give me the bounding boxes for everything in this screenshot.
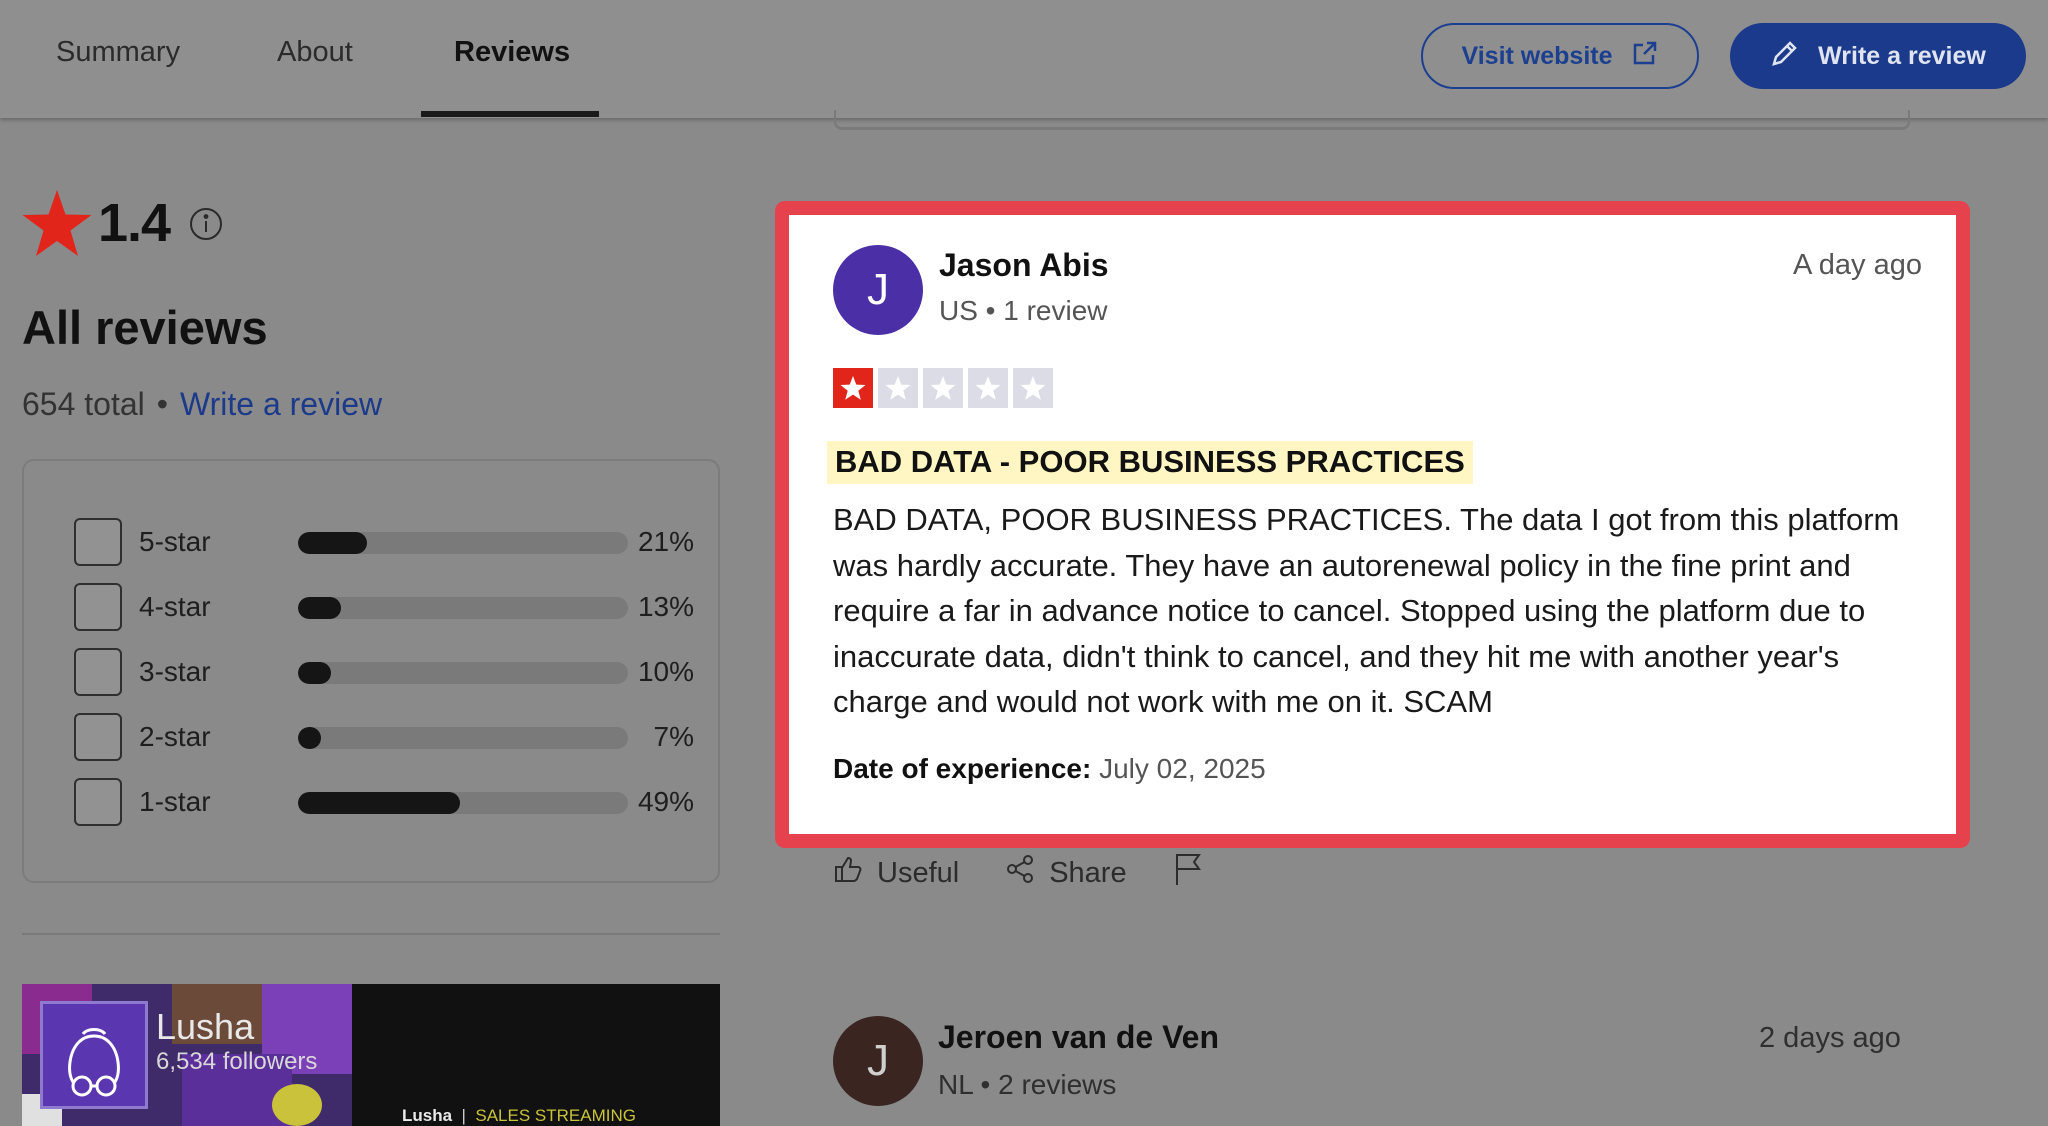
company-promo-banner[interactable]: Lusha 6,534 followers Lusha | SALES STRE… xyxy=(22,984,720,1126)
promo-brand: Lusha xyxy=(402,1106,453,1125)
filter-label: 2-star xyxy=(139,721,211,752)
reviewer-avatar-2[interactable]: J xyxy=(833,1016,923,1106)
useful-button[interactable]: Useful xyxy=(833,854,959,892)
filter-checkbox[interactable] xyxy=(74,713,122,761)
experience-date: July 02, 2025 xyxy=(1099,753,1266,784)
date-of-experience: Date of experience: July 02, 2025 xyxy=(833,753,1266,785)
experience-label: Date of experience: xyxy=(833,753,1092,784)
avatar-initial: J xyxy=(867,1036,889,1085)
review-date-2: 2 days ago xyxy=(1759,1022,1901,1054)
filter-bar-fill xyxy=(298,792,460,814)
filter-percent: 21% xyxy=(637,526,694,557)
all-reviews-heading: All reviews xyxy=(22,301,268,354)
filter-label: 5-star xyxy=(139,526,211,557)
background-review-card-edge xyxy=(834,110,1910,130)
separator-dot: • xyxy=(156,386,168,422)
reviewer-meta: US • 1 review xyxy=(939,295,1108,326)
section-divider xyxy=(22,933,720,935)
write-review-button[interactable]: Write a review xyxy=(1730,23,2026,89)
tab-summary[interactable]: Summary xyxy=(56,36,180,69)
filter-percent: 7% xyxy=(653,721,694,752)
filter-row-4-star[interactable]: 4-star 13% xyxy=(74,583,694,633)
filter-row-1-star[interactable]: 1-star 49% xyxy=(74,778,694,828)
visit-website-button[interactable]: Visit website xyxy=(1421,23,1699,89)
report-flag-button[interactable] xyxy=(1173,852,1203,894)
reviewer-avatar[interactable]: J xyxy=(833,245,923,335)
promo-sales-text: SALES STREAMING xyxy=(475,1106,636,1125)
filter-row-5-star[interactable]: 5-star 21% xyxy=(74,518,694,568)
useful-label: Useful xyxy=(877,856,960,889)
visit-website-label: Visit website xyxy=(1461,41,1613,70)
filter-label: 1-star xyxy=(139,786,211,817)
filter-checkbox[interactable] xyxy=(74,648,122,696)
filter-bar-track xyxy=(298,792,628,814)
review-actions: Useful Share xyxy=(833,852,1249,894)
filter-bar-track xyxy=(298,662,628,684)
tab-about[interactable]: About xyxy=(277,36,353,69)
tab-reviews[interactable]: Reviews xyxy=(454,36,570,69)
write-review-label: Write a review xyxy=(1818,41,1986,70)
thumbs-up-icon xyxy=(833,854,863,892)
review-title[interactable]: BAD DATA - POOR BUSINESS PRACTICES xyxy=(835,444,1465,480)
promo-company-name: Lusha xyxy=(156,1006,255,1047)
filter-bar-track xyxy=(298,727,628,749)
filter-row-2-star[interactable]: 2-star 7% xyxy=(74,713,694,763)
write-review-link[interactable]: Write a review xyxy=(180,386,382,422)
filter-percent: 10% xyxy=(637,656,694,687)
highlighted-review-card: J Jason Abis US • 1 review A day ago BAD… xyxy=(775,201,1970,848)
filter-checkbox[interactable] xyxy=(74,583,122,631)
filter-checkbox[interactable] xyxy=(74,518,122,566)
star-empty-icon xyxy=(1013,368,1053,408)
filter-bar-fill xyxy=(298,597,341,619)
filter-percent: 13% xyxy=(637,591,694,622)
overall-rating: 1.4 xyxy=(98,193,171,253)
filter-percent: 49% xyxy=(637,786,694,817)
filter-bar-fill xyxy=(298,727,322,749)
active-tab-indicator xyxy=(421,111,599,117)
star-filter-panel: 5-star 21% 4-star 13% 3-star 10% 2-star … xyxy=(22,459,720,883)
info-icon[interactable] xyxy=(189,207,223,246)
pencil-icon xyxy=(1770,38,1800,75)
flag-icon xyxy=(1173,852,1203,894)
star-empty-icon xyxy=(968,368,1008,408)
filter-bar-track xyxy=(298,597,628,619)
filter-checkbox[interactable] xyxy=(74,778,122,826)
filter-label: 4-star xyxy=(139,591,211,622)
star-filled-icon xyxy=(833,368,873,408)
top-navigation: Summary About Reviews Visit website Writ… xyxy=(0,0,2048,130)
promo-followers: 6,534 followers xyxy=(156,1048,318,1075)
reviewer-name-2[interactable]: Jeroen van de Ven xyxy=(938,1019,1219,1056)
filter-bar-fill xyxy=(298,532,368,554)
avatar-initial: J xyxy=(867,265,889,314)
review-star-rating xyxy=(833,368,1053,408)
review-title-highlight: BAD DATA - POOR BUSINESS PRACTICES xyxy=(827,441,1473,484)
share-icon xyxy=(1005,854,1035,892)
review-body: BAD DATA, POOR BUSINESS PRACTICES. The d… xyxy=(833,502,1900,719)
reviewer-meta-2: NL • 2 reviews xyxy=(938,1069,1117,1100)
review-total-count: 654 total xyxy=(22,386,145,422)
lusha-logo xyxy=(40,1001,148,1109)
review-date: A day ago xyxy=(1793,249,1922,281)
external-link-icon xyxy=(1631,39,1659,74)
filter-bar-track xyxy=(298,532,628,554)
promo-tile xyxy=(272,1084,322,1126)
star-empty-icon xyxy=(923,368,963,408)
review-total-line: 654 total • Write a review xyxy=(22,386,382,423)
star-empty-icon xyxy=(878,368,918,408)
filter-row-3-star[interactable]: 3-star 10% xyxy=(74,648,694,698)
rating-star-icon xyxy=(22,190,92,261)
share-label: Share xyxy=(1049,856,1127,889)
filter-bar-fill xyxy=(298,662,331,684)
share-button[interactable]: Share xyxy=(1005,854,1127,892)
filter-label: 3-star xyxy=(139,656,211,687)
promo-tagline: Lusha | SALES STREAMING xyxy=(402,1106,636,1125)
reviewer-name[interactable]: Jason Abis xyxy=(939,247,1109,284)
